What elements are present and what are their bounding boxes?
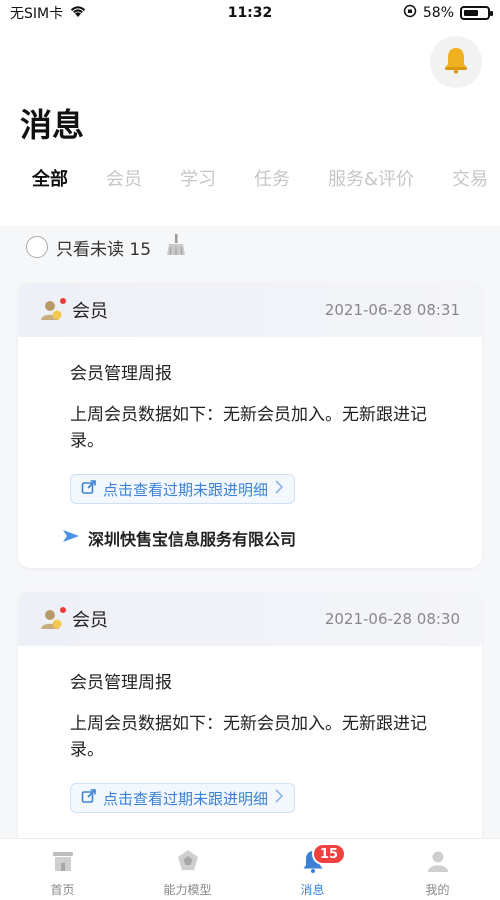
tab-trade[interactable]: 交易 bbox=[452, 165, 488, 191]
nav-mine-label: 我的 bbox=[425, 883, 450, 897]
external-link-icon bbox=[81, 788, 97, 808]
link-label: 点击查看过期未跟进明细 bbox=[103, 480, 269, 499]
battery-percent: 58% bbox=[422, 5, 454, 21]
message-card-header: 会员 2021-06-28 08:30 bbox=[18, 592, 482, 646]
view-overdue-details-link[interactable]: 点击查看过期未跟进明细 bbox=[70, 474, 296, 504]
company-row: 深圳快售宝信息服务有限公司 bbox=[62, 526, 430, 550]
nav-home-label: 首页 bbox=[50, 883, 75, 897]
unread-filter[interactable]: 只看未读 15 bbox=[26, 234, 187, 260]
broom-icon[interactable] bbox=[165, 233, 187, 261]
send-icon bbox=[62, 528, 80, 548]
member-icon bbox=[40, 607, 66, 631]
page-title: 消息 bbox=[20, 106, 85, 144]
home-icon bbox=[51, 849, 75, 877]
orientation-lock-icon bbox=[403, 4, 417, 22]
chevron-right-icon bbox=[274, 480, 284, 498]
user-icon bbox=[426, 849, 450, 877]
category-tabs: 全部 会员 学习 任务 服务&评价 交易 bbox=[0, 164, 500, 192]
unread-badge: 15 bbox=[312, 843, 347, 865]
wifi-icon bbox=[69, 4, 87, 22]
view-overdue-details-link[interactable]: 点击查看过期未跟进明细 bbox=[70, 783, 296, 813]
message-title: 会员管理周报 bbox=[70, 364, 172, 384]
message-time: 2021-06-28 08:30 bbox=[324, 610, 460, 628]
nav-messages-label: 消息 bbox=[300, 883, 325, 897]
message-text: 上周会员数据如下：无新会员加入。无新跟进记录。 bbox=[70, 714, 427, 760]
chevron-right-icon bbox=[274, 789, 284, 807]
link-label: 点击查看过期未跟进明细 bbox=[103, 789, 269, 808]
message-category: 会员 bbox=[72, 610, 108, 631]
notification-bell-button[interactable] bbox=[430, 36, 482, 88]
nav-messages[interactable]: 15 消息 bbox=[250, 839, 375, 900]
message-card[interactable]: 会员 2021-06-28 08:31 会员管理周报 上周会员数据如下：无新会员… bbox=[18, 283, 482, 568]
tab-all[interactable]: 全部 bbox=[32, 165, 68, 191]
tab-task[interactable]: 任务 bbox=[254, 165, 290, 191]
message-text: 上周会员数据如下：无新会员加入。无新跟进记录。 bbox=[70, 405, 427, 451]
message-title: 会员管理周报 bbox=[70, 673, 172, 693]
unread-only-label: 只看未读 15 bbox=[56, 239, 152, 260]
nav-ability-model-label: 能力模型 bbox=[163, 883, 212, 897]
battery-icon bbox=[460, 6, 493, 20]
carrier-text: 无SIM卡 bbox=[10, 6, 64, 22]
model-icon bbox=[176, 849, 200, 877]
tab-member[interactable]: 会员 bbox=[106, 165, 142, 191]
unread-only-radio[interactable] bbox=[26, 236, 48, 258]
nav-home[interactable]: 首页 bbox=[0, 839, 125, 900]
tab-study[interactable]: 学习 bbox=[180, 165, 216, 191]
member-icon bbox=[40, 298, 66, 322]
tab-service-review[interactable]: 服务&评价 bbox=[328, 165, 414, 191]
message-card[interactable]: 会员 2021-06-28 08:30 会员管理周报 上周会员数据如下：无新会员… bbox=[18, 592, 482, 854]
header: 消息 全部 会员 学习 任务 服务&评价 交易 bbox=[0, 26, 500, 226]
external-link-icon bbox=[81, 479, 97, 499]
message-card-header: 会员 2021-06-28 08:31 bbox=[18, 283, 482, 337]
company-name: 深圳快售宝信息服务有限公司 bbox=[88, 530, 297, 549]
message-time: 2021-06-28 08:31 bbox=[324, 301, 460, 319]
nav-mine[interactable]: 我的 bbox=[375, 839, 500, 900]
status-bar: 无SIM卡 11:32 58% bbox=[0, 0, 500, 26]
bell-icon bbox=[443, 46, 469, 78]
message-category: 会员 bbox=[72, 301, 108, 322]
bottom-nav: 首页 能力模型 15 消息 我的 bbox=[0, 838, 500, 900]
nav-ability-model[interactable]: 能力模型 bbox=[125, 839, 250, 900]
